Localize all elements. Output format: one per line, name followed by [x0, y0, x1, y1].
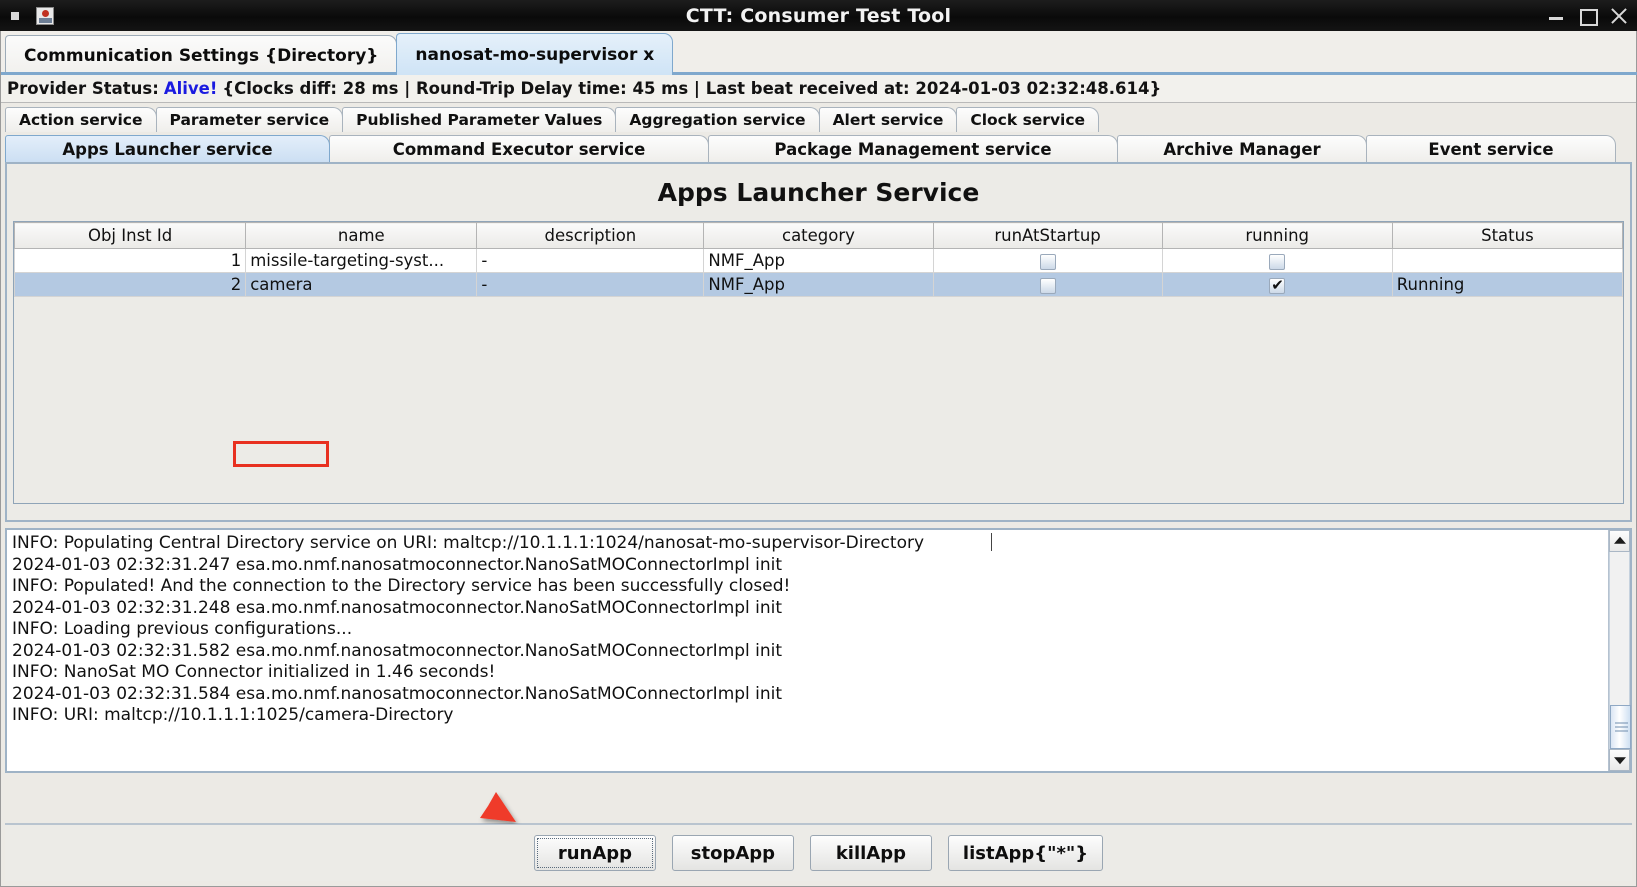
page-title: Apps Launcher Service — [657, 178, 980, 207]
cell-status: Running — [1391, 272, 1624, 297]
application-window: CTT: Consumer Test Tool Communication Se… — [0, 0, 1637, 887]
cell-category: NMF_App — [703, 272, 934, 297]
table-header-row: Obj Inst Id name description category ru… — [13, 222, 1624, 249]
tab-published-parameter-values[interactable]: Published Parameter Values — [342, 107, 617, 132]
tab-event-service[interactable]: Event service — [1366, 135, 1616, 162]
list-app-button-label: listApp{"*"} — [962, 842, 1089, 864]
column-header-running[interactable]: running — [1161, 222, 1393, 249]
running-checkbox[interactable] — [1269, 276, 1286, 294]
cell-name: missile-targeting-syst... — [245, 248, 478, 273]
provider-status-details: {Clocks diff: 28 ms | Round-Trip Delay t… — [222, 79, 1162, 98]
column-header-run-at-startup[interactable]: runAtStartup — [932, 222, 1163, 249]
run-app-button[interactable]: runApp — [533, 835, 656, 871]
run-at-startup-checkbox[interactable] — [1039, 277, 1056, 294]
tab-communication-settings[interactable]: Communication Settings {Directory} — [5, 35, 398, 75]
run-at-startup-checkbox[interactable] — [1039, 253, 1056, 270]
tab-event-service-label: Event service — [1428, 139, 1554, 159]
tab-apps-launcher-service[interactable]: Apps Launcher service — [5, 135, 330, 162]
action-button-bar: runApp stopApp killApp listApp{"*"} — [5, 823, 1632, 881]
tab-aggregation-service-label: Aggregation service — [629, 111, 806, 129]
column-header-status[interactable]: Status — [1391, 222, 1624, 249]
provider-status-state: Alive! — [163, 79, 218, 98]
tab-strip-underline — [1, 72, 1637, 75]
tab-apps-launcher-service-label: Apps Launcher service — [62, 139, 273, 159]
tab-nanosat-mo-supervisor-label: nanosat-mo-supervisor x — [415, 44, 655, 65]
window-controls — [1548, 0, 1627, 31]
tab-command-executor-service[interactable]: Command Executor service — [329, 135, 709, 162]
window-title: CTT: Consumer Test Tool — [685, 4, 952, 27]
tab-parameter-service-label: Parameter service — [169, 111, 330, 129]
column-header-name[interactable]: name — [245, 222, 478, 249]
scrollbar-thumb[interactable] — [1610, 705, 1631, 749]
table-row[interactable]: 1 missile-targeting-syst... - NMF_App — [13, 248, 1624, 273]
tab-archive-manager-label: Archive Manager — [1163, 139, 1321, 159]
tab-nanosat-mo-supervisor[interactable]: nanosat-mo-supervisor x — [396, 33, 674, 75]
scrollbar-grip-icon — [1615, 722, 1628, 732]
tab-alert-service[interactable]: Alert service — [818, 107, 958, 132]
apps-table: Obj Inst Id name description category ru… — [13, 222, 1624, 297]
tab-action-service[interactable]: Action service — [5, 107, 157, 132]
kill-app-button-label: killApp — [835, 842, 907, 864]
top-tab-strip: Communication Settings {Directory} nanos… — [1, 31, 1637, 75]
scroll-down-arrow-icon[interactable] — [1609, 749, 1630, 771]
tab-action-service-label: Action service — [19, 111, 143, 129]
tab-communication-settings-label: Communication Settings {Directory} — [24, 45, 379, 66]
cell-description: - — [476, 248, 705, 273]
cell-running — [1161, 272, 1393, 297]
cell-obj-inst-id: 1 — [13, 248, 247, 273]
cell-run-at-startup — [932, 272, 1163, 297]
tab-clock-service[interactable]: Clock service — [956, 107, 1100, 132]
log-text[interactable]: INFO: Populating Central Directory servi… — [7, 530, 1608, 771]
scrollbar-track[interactable] — [1609, 552, 1631, 749]
log-vertical-scrollbar[interactable] — [1608, 530, 1631, 771]
running-checkbox[interactable] — [1269, 253, 1286, 270]
tab-published-parameter-values-label: Published Parameter Values — [356, 111, 603, 129]
tab-archive-manager[interactable]: Archive Manager — [1117, 135, 1367, 162]
cell-status — [1391, 248, 1624, 273]
service-tab-rows: Action service Parameter service Publish… — [1, 103, 1636, 162]
close-icon[interactable] — [1610, 7, 1627, 24]
tab-alert-service-label: Alert service — [832, 111, 944, 129]
provider-status-prefix: Provider Status: — [7, 79, 159, 98]
window-body: Communication Settings {Directory} nanos… — [0, 31, 1637, 887]
tab-package-management-service[interactable]: Package Management service — [708, 135, 1118, 162]
cell-description: - — [476, 272, 705, 297]
title-bar: CTT: Consumer Test Tool — [0, 0, 1637, 31]
stop-app-button-label: stopApp — [690, 842, 776, 864]
tab-aggregation-service[interactable]: Aggregation service — [615, 107, 820, 132]
stop-app-button[interactable]: stopApp — [671, 835, 794, 871]
table-empty-space — [14, 297, 1623, 503]
text-caret — [991, 533, 992, 551]
service-tab-row-2: Apps Launcher service Command Executor s… — [1, 133, 1636, 162]
cell-name: camera — [245, 272, 478, 297]
tab-parameter-service[interactable]: Parameter service — [155, 107, 344, 132]
tab-package-management-service-label: Package Management service — [774, 139, 1052, 159]
column-header-description[interactable]: description — [476, 222, 705, 249]
table-row[interactable]: 2 camera - NMF_App Running — [13, 272, 1624, 297]
tab-clock-service-label: Clock service — [970, 111, 1086, 129]
apps-launcher-panel: Apps Launcher Service Obj Inst Id name d… — [5, 162, 1632, 522]
list-app-button[interactable]: listApp{"*"} — [947, 835, 1104, 871]
column-header-obj-inst-id[interactable]: Obj Inst Id — [13, 222, 247, 249]
minimize-icon[interactable] — [1548, 7, 1565, 24]
tab-command-executor-service-label: Command Executor service — [392, 139, 646, 159]
log-output-panel: INFO: Populating Central Directory servi… — [5, 528, 1632, 773]
kill-app-button[interactable]: killApp — [809, 835, 932, 871]
maximize-icon[interactable] — [1579, 7, 1598, 26]
cell-run-at-startup — [932, 248, 1163, 273]
cell-category: NMF_App — [703, 248, 934, 273]
scroll-up-arrow-icon[interactable] — [1609, 530, 1630, 552]
run-app-button-label: runApp — [557, 842, 633, 864]
provider-status-bar: Provider Status: Alive! {Clocks diff: 28… — [1, 75, 1636, 103]
service-tab-row-1: Action service Parameter service Publish… — [1, 105, 1636, 132]
column-header-category[interactable]: category — [703, 222, 934, 249]
apps-table-wrapper: Obj Inst Id name description category ru… — [13, 221, 1624, 504]
cell-obj-inst-id: 2 — [13, 272, 247, 297]
cell-running — [1161, 248, 1393, 273]
